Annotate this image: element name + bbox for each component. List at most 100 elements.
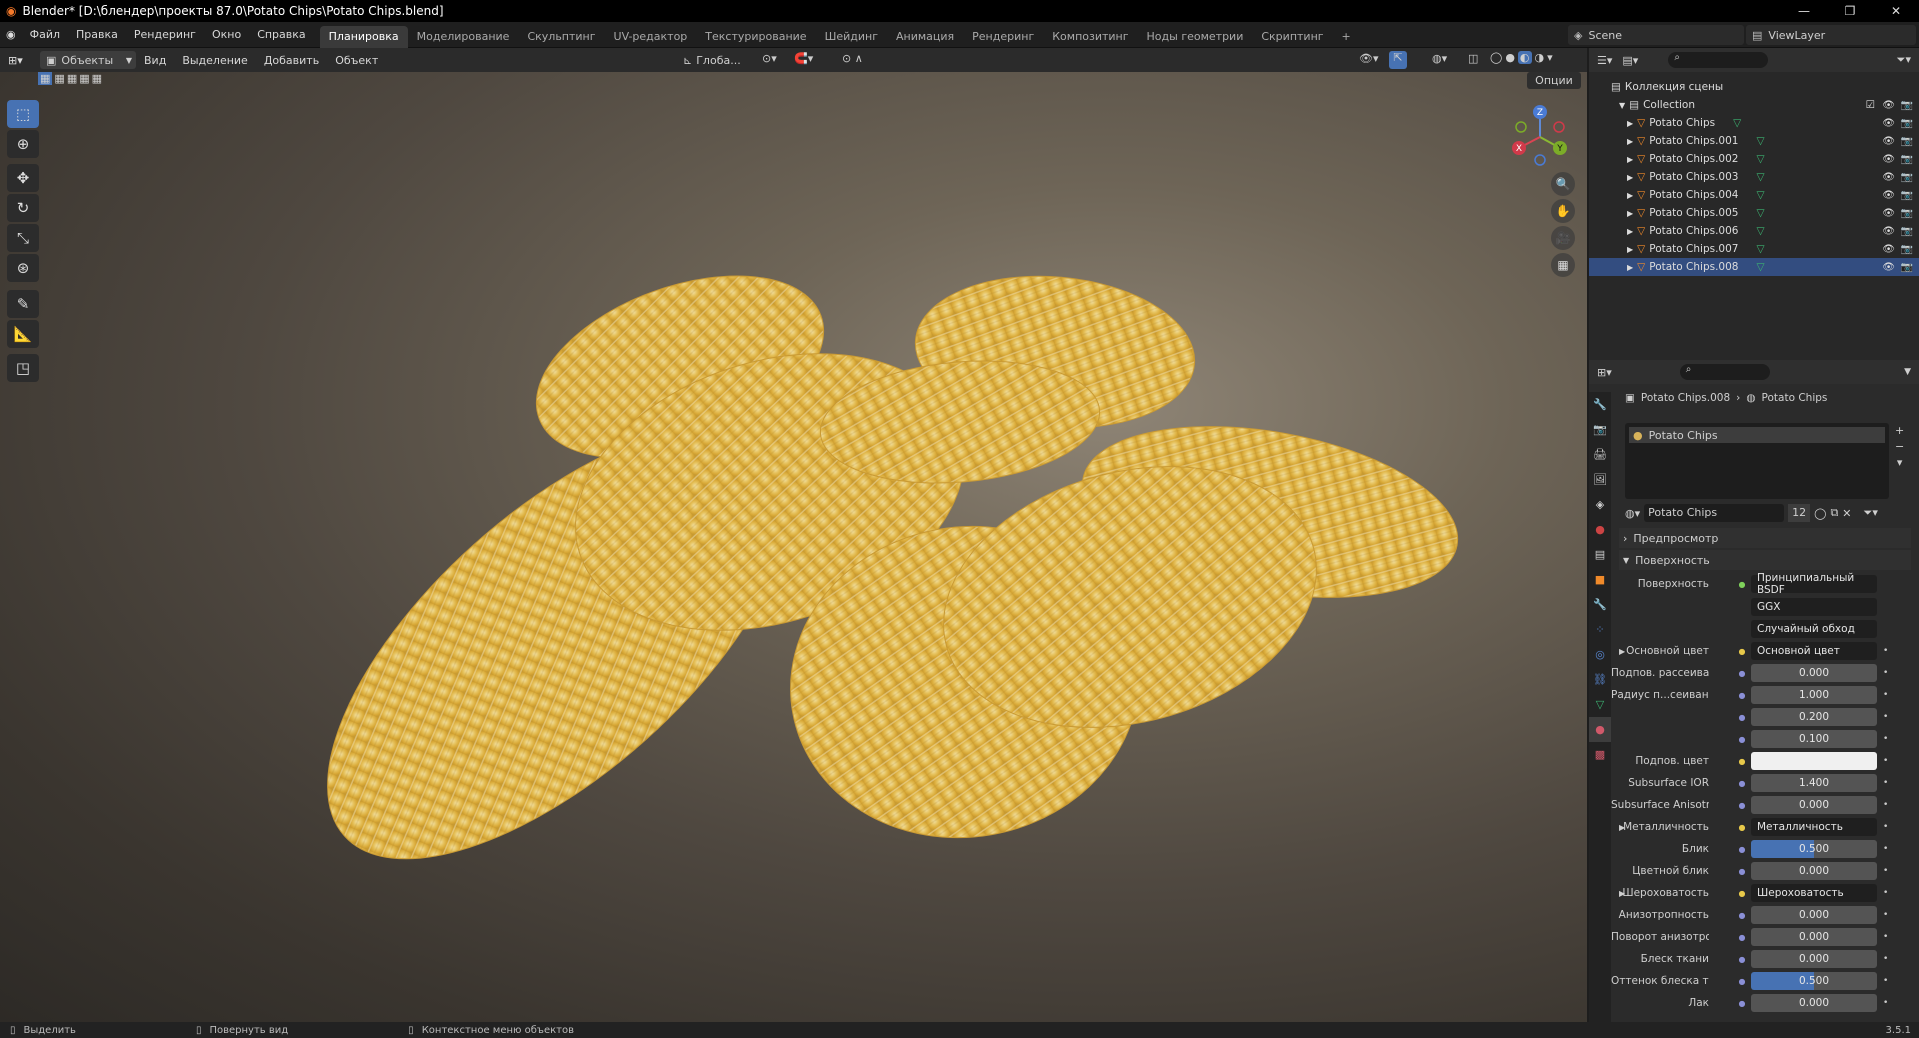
expand-arrow-icon[interactable]: ▶: [1627, 245, 1633, 254]
number-field[interactable]: 0.000: [1751, 906, 1877, 924]
expand-arrow-icon[interactable]: ▶: [1627, 227, 1633, 236]
socket-icon[interactable]: ●: [1737, 976, 1747, 986]
remove-slot-button[interactable]: −: [1895, 439, 1904, 455]
number-field[interactable]: 1.400: [1751, 774, 1877, 792]
physics-tab-icon[interactable]: ◎: [1589, 642, 1611, 667]
keyframe-dot-icon[interactable]: •: [1883, 712, 1888, 722]
fake-user-icon[interactable]: ◯: [1814, 507, 1826, 520]
properties-type-icon[interactable]: ⊞▾: [1597, 366, 1612, 379]
number-field[interactable]: 1.000: [1751, 686, 1877, 704]
linked-input-field[interactable]: Основной цвет: [1751, 642, 1877, 660]
socket-icon[interactable]: ●: [1737, 756, 1747, 766]
outliner-object-row[interactable]: ▶ ▽ Potato Chips.008 ▽ 👁 📷: [1589, 258, 1919, 276]
eye-icon[interactable]: 👁: [1882, 136, 1895, 147]
subsurface-method-dropdown[interactable]: Случайный обход: [1751, 620, 1877, 638]
keyframe-dot-icon[interactable]: •: [1883, 998, 1888, 1008]
camera-icon[interactable]: 📷: [1901, 154, 1913, 165]
eye-icon[interactable]: 👁: [1882, 226, 1895, 237]
menu-select[interactable]: Выделение: [174, 47, 256, 73]
eye-icon[interactable]: 👁: [1882, 208, 1895, 219]
keyframe-dot-icon[interactable]: •: [1883, 888, 1888, 898]
minimize-button[interactable]: —: [1781, 0, 1827, 22]
socket-icon[interactable]: ●: [1737, 690, 1747, 700]
socket-icon[interactable]: ●: [1737, 800, 1747, 810]
mesh-data-icon[interactable]: ▽: [1756, 189, 1764, 201]
keyframe-dot-icon[interactable]: •: [1883, 800, 1888, 810]
tab-modeling[interactable]: Моделирование: [408, 26, 519, 48]
visibility-icon[interactable]: 👁▾: [1359, 52, 1379, 65]
material-slot-item[interactable]: ● Potato Chips: [1629, 427, 1885, 443]
tab-compositing[interactable]: Композитинг: [1043, 26, 1137, 48]
slider-field[interactable]: 0.500: [1751, 972, 1877, 990]
expand-arrow-icon[interactable]: ▶: [1627, 119, 1633, 128]
keyframe-dot-icon[interactable]: •: [1883, 756, 1888, 766]
outliner-object-row[interactable]: ▶ ▽ Potato Chips.004 ▽ 👁 📷: [1589, 186, 1919, 204]
view-layer-selector[interactable]: ▤ ViewLayer: [1746, 25, 1916, 45]
3d-viewport[interactable]: ▦ ▦ ▦ ▦ ▦ Опции ⬚ ⊕ ✥ ↻ ⤡ ⊛ ✎ 📐 ◳ Z Y X …: [0, 72, 1587, 1022]
modifier-tab-icon[interactable]: 🔧: [1589, 592, 1611, 617]
linked-input-field[interactable]: Шероховатость: [1751, 884, 1877, 902]
socket-icon[interactable]: ●: [1737, 822, 1747, 832]
scene-tab-icon[interactable]: ◈: [1589, 492, 1611, 517]
chevron-down-icon[interactable]: ▼: [1904, 367, 1911, 377]
material-tab-icon[interactable]: ●: [1589, 717, 1611, 742]
camera-icon[interactable]: 📷: [1901, 118, 1913, 129]
eye-icon[interactable]: 👁: [1882, 100, 1895, 111]
rendered-shading-icon[interactable]: ◑: [1535, 51, 1545, 64]
tab-uv-editing[interactable]: UV-редактор: [605, 26, 697, 48]
number-field[interactable]: 0.000: [1751, 796, 1877, 814]
number-field[interactable]: 0.000: [1751, 862, 1877, 880]
editor-type-icon[interactable]: ⊞▾: [8, 54, 36, 67]
display-mode-icon[interactable]: ▤▾: [1622, 54, 1638, 67]
expand-arrow-icon[interactable]: ▶: [1627, 155, 1633, 164]
world-tab-icon[interactable]: ●: [1589, 517, 1611, 542]
keyframe-dot-icon[interactable]: •: [1883, 954, 1888, 964]
preview-panel-header[interactable]: › Предпросмотр: [1619, 528, 1911, 548]
camera-icon[interactable]: 📷: [1901, 100, 1913, 111]
menu-edit[interactable]: Правка: [68, 22, 126, 48]
mesh-data-icon[interactable]: ▽: [1756, 153, 1764, 165]
tab-layout[interactable]: Планировка: [319, 25, 408, 48]
mesh-data-icon[interactable]: ▽: [1756, 171, 1764, 183]
mesh-data-icon[interactable]: ▽: [1756, 207, 1764, 219]
tab-scripting[interactable]: Скриптинг: [1252, 26, 1332, 48]
mesh-data-icon[interactable]: ▽: [1733, 117, 1741, 129]
number-field[interactable]: 0.200: [1751, 708, 1877, 726]
eye-icon[interactable]: 👁: [1882, 172, 1895, 183]
outliner-object-row[interactable]: ▶ ▽ Potato Chips.005 ▽ 👁 📷: [1589, 204, 1919, 222]
expand-arrow-icon[interactable]: ▶: [1627, 263, 1633, 272]
view-layer-tab-icon[interactable]: 🖼: [1589, 467, 1611, 492]
menu-help[interactable]: Справка: [249, 22, 313, 48]
scene-collection-row[interactable]: ▤ Коллекция сцены: [1589, 78, 1919, 96]
menu-render[interactable]: Рендеринг: [126, 22, 204, 48]
outliner-type-icon[interactable]: ☰▾: [1597, 54, 1612, 67]
render-tab-icon[interactable]: 📷: [1589, 417, 1611, 442]
tab-rendering[interactable]: Рендеринг: [963, 26, 1043, 48]
expand-arrow-icon[interactable]: ▶: [1627, 173, 1633, 182]
material-slot-list[interactable]: ● Potato Chips: [1625, 423, 1889, 499]
expand-arrow-icon[interactable]: ▶: [1627, 137, 1633, 146]
close-button[interactable]: ✕: [1873, 0, 1919, 22]
texture-tab-icon[interactable]: ▩: [1589, 742, 1611, 767]
mesh-data-icon[interactable]: ▽: [1756, 225, 1764, 237]
camera-icon[interactable]: 📷: [1901, 208, 1913, 219]
tab-texture-paint[interactable]: Текстурирование: [696, 26, 815, 48]
pivot-icon[interactable]: ⊙▾: [762, 52, 777, 65]
outliner-object-row[interactable]: ▶ ▽ Potato Chips.003 ▽ 👁 📷: [1589, 168, 1919, 186]
socket-icon[interactable]: ●: [1737, 932, 1747, 942]
expand-arrow-icon[interactable]: ▶: [1627, 191, 1633, 200]
keyframe-dot-icon[interactable]: •: [1883, 734, 1888, 744]
solid-shading-icon[interactable]: ●: [1505, 51, 1515, 64]
gizmo-toggle-icon[interactable]: ⇱: [1389, 51, 1407, 69]
material-shading-icon[interactable]: ◐: [1517, 51, 1532, 64]
snap-icon[interactable]: 🧲▾: [794, 52, 813, 65]
outliner-object-row[interactable]: ▶ ▽ Potato Chips.007 ▽ 👁 📷: [1589, 240, 1919, 258]
camera-icon[interactable]: 📷: [1901, 190, 1913, 201]
camera-icon[interactable]: 📷: [1901, 244, 1913, 255]
tab-sculpting[interactable]: Скульптинг: [518, 26, 604, 48]
keyframe-dot-icon[interactable]: •: [1883, 844, 1888, 854]
outliner-search-input[interactable]: ⌕: [1668, 52, 1769, 68]
keyframe-dot-icon[interactable]: •: [1883, 668, 1888, 678]
eye-icon[interactable]: 👁: [1882, 244, 1895, 255]
tab-animation[interactable]: Анимация: [887, 26, 963, 48]
